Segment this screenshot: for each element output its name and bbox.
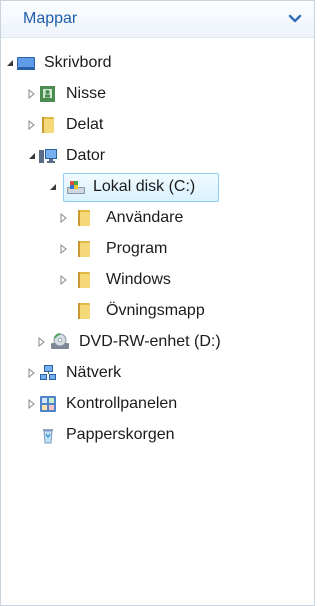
user-folder-icon <box>38 84 58 104</box>
collapsed-arrow-icon[interactable] <box>59 244 69 254</box>
tree-item-label: Kontrollpanelen <box>66 395 178 412</box>
collapsed-arrow-icon[interactable] <box>27 368 37 378</box>
network-icon <box>38 363 58 383</box>
control-panel-icon <box>38 394 58 414</box>
folder-icon <box>74 239 94 259</box>
chevron-down-icon[interactable] <box>286 10 304 28</box>
recycle-bin-icon <box>38 425 58 445</box>
tree-item-label: Skrivbord <box>44 54 112 71</box>
tree-item-anvandare[interactable]: Användare <box>1 203 314 234</box>
panel-title: Mappar <box>23 10 78 27</box>
tree-item-local-disk[interactable]: Lokal disk (C:) <box>1 172 314 203</box>
tree-item-windows[interactable]: Windows <box>1 265 314 296</box>
computer-icon <box>38 146 58 166</box>
tree-item-delat[interactable]: Delat <box>1 110 314 141</box>
folder-tree-panel: Mappar Skrivbord Nisse Delat Dator Lokal… <box>0 0 315 606</box>
dvd-drive-icon <box>50 332 70 352</box>
tree-item-desktop[interactable]: Skrivbord <box>1 48 314 79</box>
folder-tree: Skrivbord Nisse Delat Dator Lokal disk (… <box>1 38 314 451</box>
expanded-arrow-icon[interactable] <box>5 58 15 68</box>
tree-item-network[interactable]: Nätverk <box>1 358 314 389</box>
tree-item-label: Övningsmapp <box>106 302 205 319</box>
panel-header: Mappar <box>1 1 314 38</box>
panel-bottom-space <box>1 585 314 605</box>
local-disk-icon <box>66 177 86 197</box>
tree-item-dvd-drive[interactable]: DVD-RW-enhet (D:) <box>1 327 314 358</box>
desktop-icon <box>16 53 36 73</box>
folder-icon <box>74 270 94 290</box>
expanded-arrow-icon[interactable] <box>27 151 37 161</box>
tree-item-label: Nisse <box>66 85 107 102</box>
folder-icon <box>74 301 94 321</box>
tree-item-recycle-bin[interactable]: Papperskorgen <box>1 420 314 451</box>
tree-item-label: Windows <box>106 271 171 288</box>
tree-item-label: Nätverk <box>66 364 122 381</box>
tree-item-program[interactable]: Program <box>1 234 314 265</box>
folder-icon <box>74 208 94 228</box>
tree-item-label: Användare <box>106 209 184 226</box>
tree-item-label: Program <box>106 240 168 257</box>
tree-item-control-panel[interactable]: Kontrollpanelen <box>1 389 314 420</box>
tree-item-ovningsmapp[interactable]: Övningsmapp <box>1 296 314 327</box>
tree-item-nisse[interactable]: Nisse <box>1 79 314 110</box>
collapsed-arrow-icon[interactable] <box>27 120 37 130</box>
collapsed-arrow-icon[interactable] <box>27 399 37 409</box>
collapsed-arrow-icon[interactable] <box>59 275 69 285</box>
tree-item-label: Lokal disk (C:) <box>93 178 196 195</box>
expanded-arrow-icon[interactable] <box>48 182 58 192</box>
collapsed-arrow-icon[interactable] <box>59 213 69 223</box>
tree-item-label: Dator <box>66 147 106 164</box>
collapsed-arrow-icon[interactable] <box>37 337 47 347</box>
folder-icon <box>38 115 58 135</box>
collapsed-arrow-icon[interactable] <box>27 89 37 99</box>
tree-item-label: Papperskorgen <box>66 426 175 443</box>
tree-item-label: Delat <box>66 116 104 133</box>
tree-item-label: DVD-RW-enhet (D:) <box>79 333 221 350</box>
tree-item-computer[interactable]: Dator <box>1 141 314 172</box>
